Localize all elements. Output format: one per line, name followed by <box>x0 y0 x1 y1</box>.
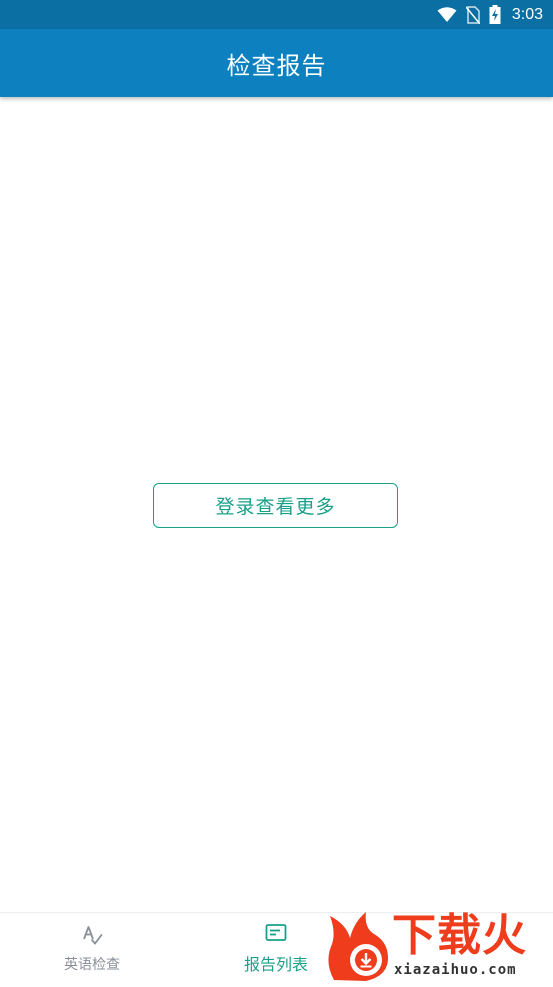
flame-logo-icon <box>326 910 394 987</box>
status-icons: 3:03 <box>437 0 543 29</box>
report-list-icon <box>265 923 287 947</box>
login-button[interactable]: 登录查看更多 <box>153 483 398 528</box>
nav-label-report-list: 报告列表 <box>243 954 308 974</box>
watermark-url: xiazaihuo.com <box>394 962 517 978</box>
nav-item-english-check[interactable]: 英语检查 <box>42 913 142 984</box>
status-bar: 3:03 <box>0 0 553 29</box>
watermark: 下载火 xiazaihuo.com <box>326 910 553 983</box>
app-bar: 检查报告 <box>0 29 553 97</box>
nav-label-english-check: 英语检查 <box>64 956 120 973</box>
wifi-icon <box>437 6 457 23</box>
nav-item-report-list[interactable]: 报告列表 <box>226 913 326 984</box>
watermark-title: 下载火 <box>392 910 527 961</box>
status-time: 3:03 <box>511 5 543 23</box>
no-sim-icon <box>465 5 480 24</box>
battery-charging-icon <box>489 5 501 24</box>
spell-check-icon <box>81 924 103 950</box>
page-title: 检查报告 <box>226 51 327 80</box>
